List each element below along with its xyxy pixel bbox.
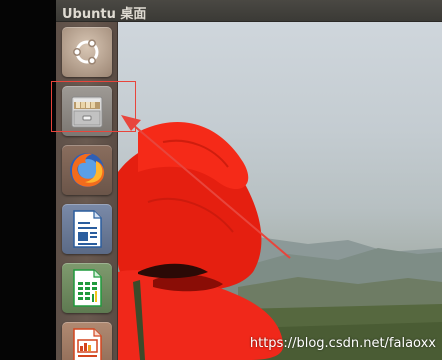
left-black-strip: [0, 0, 56, 360]
calc-spreadsheet-icon: [73, 269, 102, 307]
ubuntu-logo-icon: [73, 39, 99, 65]
panel-title: Ubuntu 桌面: [62, 7, 147, 22]
impress-presentation-icon: [73, 328, 102, 360]
launcher-item-writer[interactable]: [62, 204, 112, 254]
launcher-item-impress[interactable]: [62, 322, 112, 360]
firefox-icon: [70, 153, 105, 187]
launcher-item-dash[interactable]: [62, 27, 112, 77]
watermark: https://blog.csdn.net/falaoxx: [249, 336, 436, 351]
desktop-wallpaper: [118, 22, 442, 360]
launcher-item-calc[interactable]: [62, 263, 112, 313]
wallpaper-landscape: [118, 122, 442, 360]
unity-launcher: [56, 22, 118, 360]
poppy-flower: [118, 122, 284, 360]
writer-document-icon: [73, 210, 102, 248]
launcher-item-firefox[interactable]: [62, 145, 112, 195]
top-panel: Ubuntu 桌面: [56, 0, 442, 22]
annotation-highlight-box: [51, 81, 136, 132]
